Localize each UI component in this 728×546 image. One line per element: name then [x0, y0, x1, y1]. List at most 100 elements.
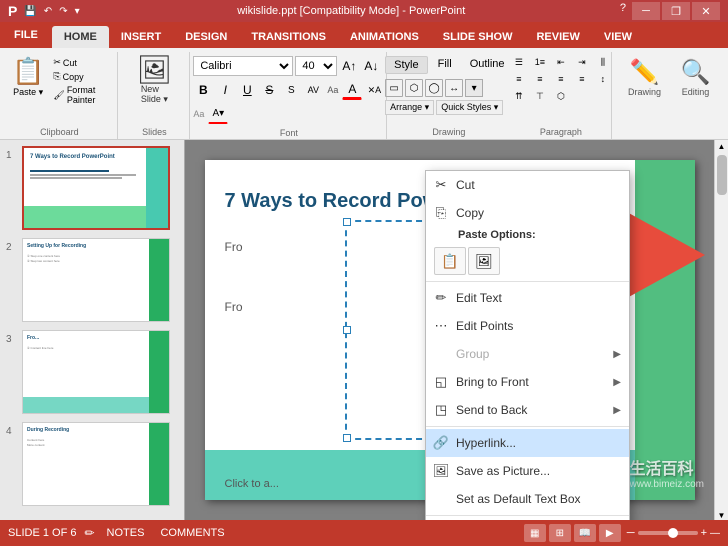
- handle-ml[interactable]: [343, 326, 351, 334]
- drawing-tools-button[interactable]: ✏️ Drawing: [622, 56, 667, 99]
- qat-redo[interactable]: ↷: [56, 5, 70, 18]
- strikethrough-button[interactable]: S: [259, 80, 279, 100]
- qat-customize[interactable]: ▾: [72, 5, 83, 18]
- quick-styles-btn[interactable]: Quick Styles ▾: [436, 100, 503, 115]
- ctx-save-picture[interactable]: 🖼 Save as Picture...: [426, 457, 629, 485]
- font-size-select[interactable]: 40: [295, 56, 337, 76]
- ctx-set-default[interactable]: Set as Default Text Box: [426, 485, 629, 513]
- zoom-minus[interactable]: ─: [627, 527, 635, 539]
- paste-icon-1[interactable]: 📋: [434, 247, 466, 275]
- handle-bl[interactable]: [343, 434, 351, 442]
- shape-btn-4[interactable]: ↔: [445, 79, 463, 97]
- qat-save[interactable]: 💾: [21, 5, 39, 18]
- tab-view[interactable]: VIEW: [592, 26, 644, 48]
- close-button[interactable]: ✕: [692, 2, 720, 20]
- clear-format-button[interactable]: ✕A: [364, 80, 384, 100]
- increase-font-button[interactable]: A↑: [339, 56, 359, 76]
- convert-smartart-button[interactable]: ⬡: [551, 88, 571, 104]
- font-color-button[interactable]: A: [342, 80, 362, 100]
- align-right-button[interactable]: ≡: [551, 71, 571, 87]
- outline-tab[interactable]: Outline: [462, 56, 513, 74]
- cut-button[interactable]: ✂ Cut: [50, 56, 110, 69]
- format-style-group: Style Fill Outline ▭ ⬡ ◯ ↔ ▾ Arrange ▾ Q…: [389, 52, 509, 139]
- scroll-down-btn[interactable]: ▼: [718, 511, 726, 520]
- shape-btn-2[interactable]: ⬡: [405, 79, 423, 97]
- ctx-copy[interactable]: ⎘ Copy: [426, 199, 629, 227]
- normal-view-btn[interactable]: ▦: [524, 524, 546, 542]
- text-direction-button[interactable]: ⇈: [509, 88, 529, 104]
- ctx-edit-text[interactable]: ✏ Edit Text: [426, 284, 629, 312]
- tab-design[interactable]: DESIGN: [173, 26, 239, 48]
- slideshow-btn[interactable]: ▶: [599, 524, 621, 542]
- slide-thumb-2[interactable]: 2 Setting Up for Recording ① Step one co…: [4, 236, 180, 324]
- scroll-track[interactable]: [717, 151, 727, 511]
- shape-btn-3[interactable]: ◯: [425, 79, 443, 97]
- font-color-btn2[interactable]: A▾: [208, 104, 228, 124]
- tab-file[interactable]: FILE: [0, 22, 52, 48]
- zoom-plus[interactable]: +: [701, 527, 707, 539]
- tab-animations[interactable]: ANIMATIONS: [338, 26, 431, 48]
- editing-tools-button[interactable]: 🔍 Editing: [673, 56, 718, 99]
- comments-button[interactable]: COMMENTS: [156, 525, 228, 541]
- align-left-button[interactable]: ≡: [509, 71, 529, 87]
- tab-slideshow[interactable]: SLIDE SHOW: [431, 26, 525, 48]
- bullet-list-button[interactable]: ☰: [509, 54, 529, 70]
- italic-button[interactable]: I: [215, 80, 235, 100]
- bold-button[interactable]: B: [193, 80, 213, 100]
- columns-button[interactable]: ⫼: [593, 54, 613, 70]
- reading-view-btn[interactable]: 📖: [574, 524, 596, 542]
- tab-review[interactable]: REVIEW: [524, 26, 591, 48]
- align-text-button[interactable]: ⊤: [530, 88, 550, 104]
- slide-thumb-3[interactable]: 3 Fro... ② Content line here: [4, 328, 180, 416]
- ctx-size-position[interactable]: ⊞ Size and Position...: [426, 518, 629, 520]
- qat-undo[interactable]: ↶: [41, 5, 55, 18]
- paste-button[interactable]: 📋 Paste ▾: [8, 54, 48, 100]
- slide-sorter-btn[interactable]: ⊞: [549, 524, 571, 542]
- tab-insert[interactable]: INSERT: [109, 26, 173, 48]
- ribbon-right: ✏️ Drawing 🔍 Editing: [614, 52, 726, 139]
- zoom-slider[interactable]: [638, 531, 698, 535]
- minimize-button[interactable]: ─: [632, 2, 660, 20]
- zoom-handle[interactable]: [668, 528, 678, 538]
- decrease-font-button[interactable]: A↓: [361, 56, 381, 76]
- align-center-button[interactable]: ≡: [530, 71, 550, 87]
- ctx-cut[interactable]: ✂ Cut: [426, 171, 629, 199]
- arrange-btn[interactable]: Arrange ▾: [385, 100, 434, 115]
- tab-transitions[interactable]: TRANSITIONS: [239, 26, 338, 48]
- increase-indent-button[interactable]: ⇥: [572, 54, 592, 70]
- ctx-save-picture-label: Save as Picture...: [456, 464, 550, 478]
- textshadow-button[interactable]: S: [281, 80, 301, 100]
- notes-button[interactable]: NOTES: [103, 525, 149, 541]
- copy-button[interactable]: ⎘ Copy: [50, 70, 110, 83]
- char-spacing-button[interactable]: AV: [303, 80, 323, 100]
- fill-tab[interactable]: Fill: [430, 56, 460, 74]
- ctx-bring-front[interactable]: ◱ Bring to Front ▶: [426, 368, 629, 396]
- slide-thumb-4[interactable]: 4 During Recording Content here More con…: [4, 420, 180, 508]
- hyperlink-icon: 🔗: [432, 434, 450, 452]
- shape-btn-1[interactable]: ▭: [385, 79, 403, 97]
- line-spacing-button[interactable]: ↕: [593, 71, 613, 87]
- help-icon[interactable]: ?: [620, 2, 626, 20]
- vertical-scrollbar[interactable]: ▲ ▼: [714, 140, 728, 520]
- style-tab[interactable]: Style: [385, 56, 427, 74]
- new-slide-button[interactable]: 🖼 NewSlide ▾: [133, 54, 177, 107]
- view-buttons: ▦ ⊞ 📖 ▶: [524, 524, 621, 542]
- scroll-up-btn[interactable]: ▲: [718, 142, 726, 151]
- title-bar: P 💾 ↶ ↷ ▾ wikislide.ppt [Compatibility M…: [0, 0, 728, 22]
- scroll-thumb: [717, 155, 727, 195]
- decrease-indent-button[interactable]: ⇤: [551, 54, 571, 70]
- slide-thumb-1[interactable]: 1 7 Ways to Record PowerPoint: [4, 144, 180, 232]
- justify-button[interactable]: ≡: [572, 71, 592, 87]
- format-painter-button[interactable]: 🖌 Format Painter: [50, 84, 110, 106]
- numbered-list-button[interactable]: 1≡: [530, 54, 550, 70]
- handle-tl[interactable]: [343, 218, 351, 226]
- ctx-hyperlink[interactable]: 🔗 Hyperlink...: [426, 429, 629, 457]
- ctx-edit-points[interactable]: ⋯ Edit Points: [426, 312, 629, 340]
- ctx-send-back[interactable]: ◳ Send to Back ▶: [426, 396, 629, 424]
- restore-button[interactable]: ❐: [662, 2, 690, 20]
- underline-button[interactable]: U: [237, 80, 257, 100]
- font-name-select[interactable]: Calibri: [193, 56, 293, 76]
- paste-icon-2[interactable]: 🖼: [468, 247, 500, 275]
- shape-more-btn[interactable]: ▾: [465, 79, 483, 97]
- tab-home[interactable]: HOME: [52, 26, 109, 48]
